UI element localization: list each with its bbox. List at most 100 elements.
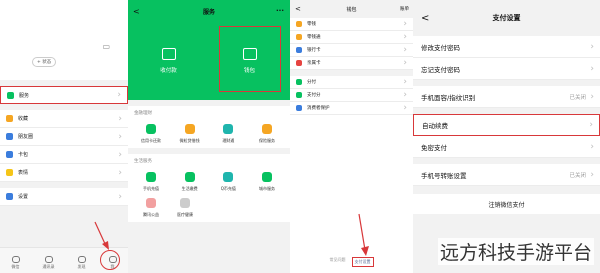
cards-icon: [6, 151, 13, 158]
pay-settings-link[interactable]: 支付设置: [351, 257, 374, 267]
wallet-header: < 钱包 账单: [290, 0, 413, 18]
services-page: < 服务 ··· 收付款 钱包 金融理财 信用卡还款 微粒贷借钱 理财通 保险服…: [128, 0, 290, 273]
wallet-item-family-card[interactable]: 亲属卡 ›: [290, 57, 413, 70]
forgot-password-item[interactable]: 忘记支付密码 ›: [413, 58, 600, 80]
loan-icon: [184, 124, 195, 134]
wallet-highlight: [219, 26, 281, 92]
item-label: 保险服务: [258, 138, 275, 143]
city-services-button[interactable]: 城市服务: [250, 172, 284, 192]
menu-item-settings[interactable]: 设置 ›: [0, 188, 128, 206]
licaitong-button[interactable]: 理财通: [211, 124, 245, 144]
tab-chats[interactable]: 微信: [11, 256, 20, 270]
chevron-right-icon: ›: [403, 45, 407, 55]
qcoin-button[interactable]: Q币充值: [211, 172, 245, 192]
menu-item-moments[interactable]: 朋友圈 ›: [0, 128, 128, 146]
wallet-item-lqt[interactable]: 零钱通 ›: [290, 31, 413, 44]
chevron-right-icon: ›: [118, 167, 122, 178]
tab-contacts[interactable]: 通讯录: [43, 256, 55, 270]
deactivate-pay-button[interactable]: 注销微信支付: [413, 194, 600, 214]
wallet-item-payscore[interactable]: 支付分 ›: [290, 89, 413, 102]
item-label: 银行卡: [307, 48, 321, 53]
item-label: 理财通: [222, 138, 235, 143]
item-label: Q币充值: [220, 186, 236, 191]
weilidai-button[interactable]: 微粒贷借钱: [173, 124, 207, 144]
services-header: < 服务 ···: [128, 0, 290, 22]
tab-discover[interactable]: 发现: [77, 256, 86, 270]
page-title: 服务: [202, 8, 215, 16]
biometric-item[interactable]: 手机面容/指纹识别 已关闭 ›: [413, 86, 600, 108]
back-icon[interactable]: <: [421, 13, 429, 24]
wealth-icon: [223, 124, 234, 134]
item-label: 忘记支付密码: [421, 65, 460, 74]
chevron-right-icon: ›: [118, 191, 122, 202]
bank-card-icon: [296, 47, 302, 53]
charity-button[interactable]: 腾讯公益: [134, 198, 168, 218]
chevron-right-icon: ›: [403, 103, 407, 113]
mobile-topup-button[interactable]: 手机充值: [134, 172, 168, 192]
bill-link[interactable]: 账单: [400, 6, 409, 12]
item-label: 消费者保护: [307, 106, 330, 111]
chevron-right-icon: ›: [117, 90, 121, 100]
section-title: 金融理财: [134, 111, 152, 116]
item-label: 手机面容/指纹识别: [421, 93, 476, 102]
chevron-right-icon: ›: [590, 169, 594, 180]
red-arrow-annotation: [358, 213, 369, 256]
wallet-footer: 常见问题 支付设置: [290, 257, 413, 267]
status-pill[interactable]: + 状态: [32, 57, 57, 67]
family-card-icon: [296, 60, 302, 66]
item-label: 腾讯公益: [143, 212, 159, 217]
faq-link[interactable]: 常见问题: [330, 257, 346, 267]
change-password-item[interactable]: 修改支付密码 ›: [413, 36, 600, 58]
credit-card-icon: [146, 124, 156, 134]
item-label: 手机充值: [143, 186, 159, 191]
menu-item-cards[interactable]: 卡包 ›: [0, 146, 128, 164]
tab-label: 通讯录: [42, 264, 55, 269]
city-icon: [261, 172, 272, 182]
sticker-icon: [6, 169, 13, 176]
insurance-icon: [261, 124, 272, 134]
qr-scan-icon: [161, 48, 176, 60]
item-label: 手机号转账设置: [421, 171, 467, 180]
auto-renewal-item[interactable]: 自动续费 ›: [413, 114, 600, 136]
tab-label: 发现: [77, 264, 86, 269]
wallet-button[interactable]: 钱包: [209, 22, 290, 100]
wallet-item-change[interactable]: 零钱 ›: [290, 18, 413, 31]
item-label: 修改支付密码: [421, 43, 460, 52]
menu-item-services[interactable]: 服务 ›: [0, 86, 128, 104]
more-icon[interactable]: ···: [276, 7, 284, 15]
chevron-right-icon: ›: [589, 120, 593, 130]
phone-transfer-item[interactable]: 手机号转账设置 已关闭 ›: [413, 164, 600, 186]
wallet-item-bankcard[interactable]: 银行卡 ›: [290, 44, 413, 57]
me-tab-highlight: [100, 250, 120, 270]
menu-item-stickers[interactable]: 表情 ›: [0, 164, 128, 182]
chat-icon: [11, 256, 20, 263]
item-label: 亲属卡: [307, 61, 321, 66]
wallet-item-fenfu[interactable]: 分付 ›: [290, 76, 413, 89]
compass-icon: [77, 256, 86, 263]
services-icon: [7, 91, 14, 99]
item-label: 城市服务: [258, 186, 275, 191]
back-icon[interactable]: <: [295, 5, 301, 13]
item-label: 信用卡还款: [141, 138, 161, 143]
camera-icon[interactable]: ▭: [102, 42, 110, 51]
money-button[interactable]: 收付款: [128, 22, 209, 100]
wallet-item-consumer-protection[interactable]: 消费者保护 ›: [290, 102, 413, 115]
password-free-item[interactable]: 免密支付 ›: [413, 136, 600, 158]
credit-card-repay-button[interactable]: 信用卡还款: [134, 124, 168, 144]
chevron-right-icon: ›: [403, 90, 407, 100]
item-label: 分付: [307, 80, 316, 85]
health-button[interactable]: 医疗健康: [168, 198, 202, 218]
section-title: 生活服务: [134, 159, 152, 164]
chevron-right-icon: ›: [118, 149, 122, 160]
item-label: 零钱: [307, 22, 316, 27]
contacts-icon: [44, 256, 53, 263]
utilities-button[interactable]: 生活缴费: [173, 172, 207, 192]
back-icon[interactable]: <: [133, 7, 140, 16]
menu-item-favorites[interactable]: 收藏 ›: [0, 110, 128, 128]
menu-label: 表情: [18, 170, 29, 176]
moments-icon: [6, 133, 13, 140]
insurance-button[interactable]: 保险服务: [250, 124, 284, 144]
red-arrow-annotation: [94, 221, 109, 250]
heart-icon: [146, 198, 156, 208]
chevron-right-icon: ›: [403, 58, 407, 68]
